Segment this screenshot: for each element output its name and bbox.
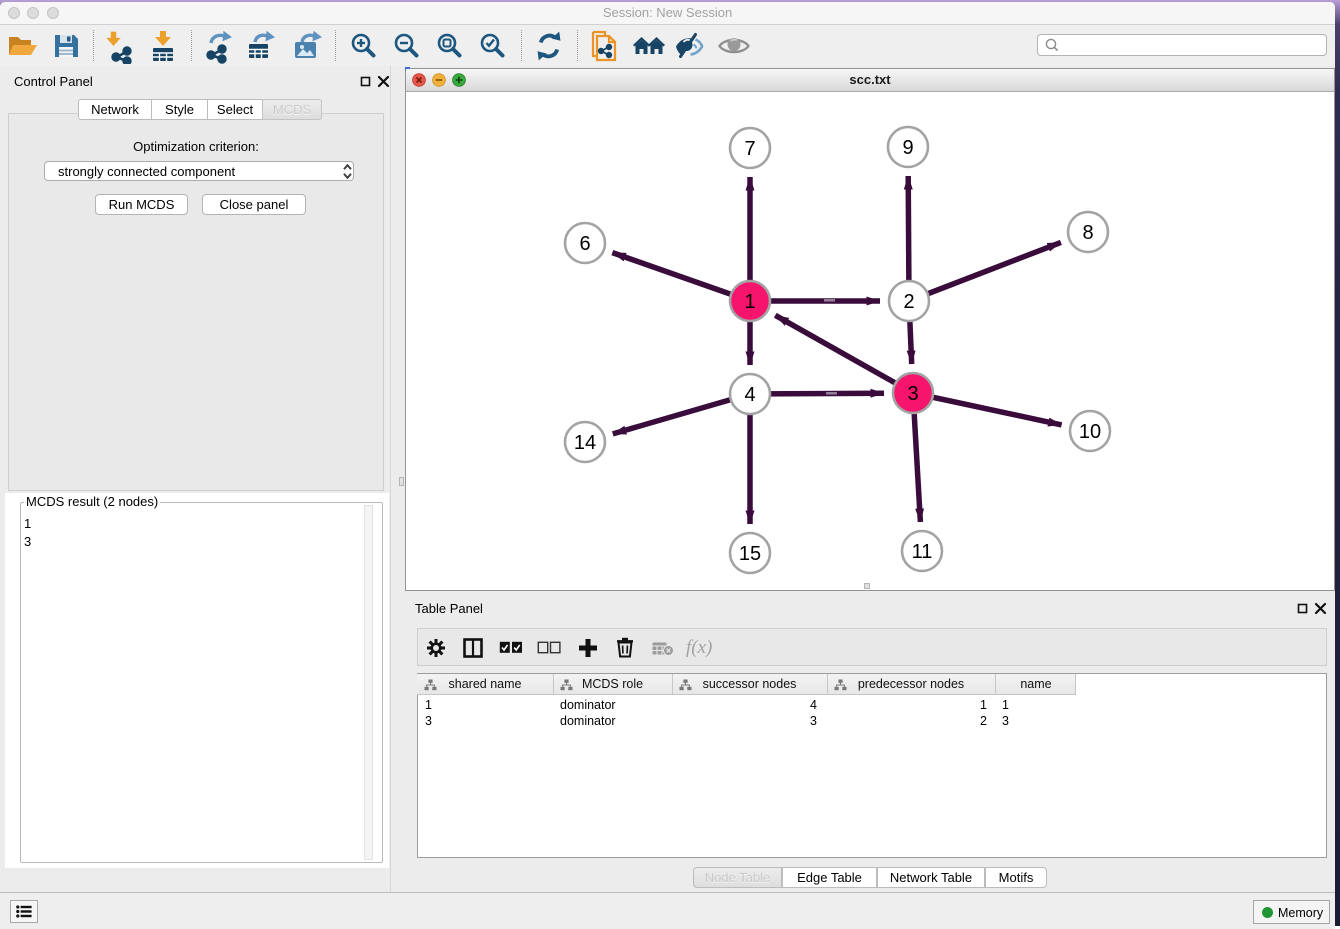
svg-text:2: 2 [903,291,914,313]
svg-text:6: 6 [579,233,590,255]
svg-text:15: 15 [739,543,761,565]
svg-text:10: 10 [1079,421,1101,443]
svg-text:7: 7 [744,138,755,160]
svg-text:14: 14 [574,432,596,454]
svg-text:1: 1 [744,291,755,313]
svg-text:8: 8 [1082,222,1093,244]
svg-text:9: 9 [902,137,913,159]
svg-text:3: 3 [907,383,918,405]
svg-text:4: 4 [744,384,755,406]
svg-text:11: 11 [912,541,933,563]
